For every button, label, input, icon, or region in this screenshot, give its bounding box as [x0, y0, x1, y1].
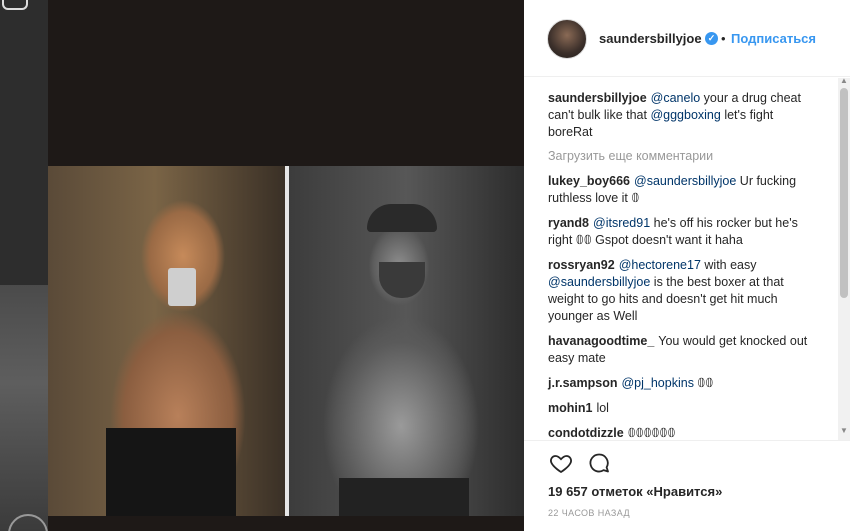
shorts-shape-right: [339, 478, 469, 516]
comment-item: condotdizzle 𝟘𝟘𝟘𝟘𝟘𝟘: [548, 425, 818, 440]
action-bar: [524, 440, 850, 480]
follow-button[interactable]: Подписаться: [731, 31, 816, 46]
comment-item: j.r.sampson @pj_hopkins 𝟘𝟘: [548, 375, 818, 392]
comment-username[interactable]: lukey_boy666: [548, 174, 630, 188]
caption: saundersbillyjoe @canelo your a drug chea…: [548, 90, 818, 141]
comment-item: mohin1 lol: [548, 400, 818, 417]
separator-dot: •: [721, 31, 726, 46]
comment-icon[interactable]: [586, 451, 612, 475]
load-more-comments[interactable]: Загрузить еще комментарии: [548, 149, 838, 163]
backdrop-top: [0, 0, 48, 285]
comment-username[interactable]: havanagoodtime_: [548, 334, 654, 348]
comment-item: ryand8 @itsred91 he's off his rocker but …: [548, 215, 818, 249]
scroll-up-icon[interactable]: ▲: [840, 76, 848, 85]
comment-username[interactable]: condotdizzle: [548, 426, 624, 440]
verified-icon: ✓: [705, 32, 718, 45]
comment-item: havanagoodtime_ You would get knocked out…: [548, 333, 818, 367]
avatar[interactable]: [547, 19, 587, 59]
comment-mention[interactable]: @itsred91: [593, 216, 650, 230]
post-header: saundersbillyjoe ✓ • Подписаться: [524, 0, 850, 77]
post-side-panel: saundersbillyjoe ✓ • Подписаться saunder…: [524, 0, 850, 531]
comments-list[interactable]: saundersbillyjoe @canelo your a drug chea…: [524, 78, 838, 440]
heart-icon[interactable]: [548, 451, 574, 475]
photo-left-panel: [48, 166, 285, 516]
caption-mention-2[interactable]: @gggboxing: [650, 108, 720, 122]
post-timestamp: 22 часов назад: [548, 508, 630, 518]
photo-right-panel: [289, 166, 524, 516]
backdrop-strip: [0, 0, 48, 531]
comment-username[interactable]: ryand8: [548, 216, 589, 230]
scroll-thumb[interactable]: [840, 88, 848, 298]
comment-username[interactable]: rossryan92: [548, 258, 615, 272]
backdrop-bottom: [0, 285, 48, 531]
comment-item: lukey_boy666 @saundersbillyjoe Ur fucking…: [548, 173, 818, 207]
shorts-shape: [106, 428, 236, 516]
post-photo[interactable]: [48, 166, 524, 516]
likes-count[interactable]: 19 657 отметок «Нравится»: [548, 484, 722, 499]
comment-mention[interactable]: @pj_hopkins: [621, 376, 693, 390]
comment-mention[interactable]: @saundersbillyjoe: [548, 275, 650, 289]
comment-mention[interactable]: @hectorene17: [619, 258, 701, 272]
header-username[interactable]: saundersbillyjoe: [599, 31, 702, 46]
beard-shape: [379, 262, 425, 298]
comment-username[interactable]: j.r.sampson: [548, 376, 617, 390]
cap-shape: [367, 204, 437, 232]
comment-text: 𝟘𝟘𝟘𝟘𝟘𝟘: [627, 426, 676, 440]
comment-mention[interactable]: @saundersbillyjoe: [634, 174, 736, 188]
comment-text: with easy: [700, 258, 757, 272]
phone-shape: [168, 268, 196, 306]
comment-text: lol: [596, 401, 609, 415]
comment-text: 𝟘𝟘: [693, 376, 714, 390]
caption-mention-1[interactable]: @canelo: [651, 91, 701, 105]
instagram-icon[interactable]: [2, 0, 28, 10]
caption-username[interactable]: saundersbillyjoe: [548, 91, 647, 105]
comments-scrollbar[interactable]: ▲ ▼: [838, 76, 850, 440]
comment-item: rossryan92 @hectorene17 with easy @saunde…: [548, 257, 818, 325]
comment-username[interactable]: mohin1: [548, 401, 592, 415]
scroll-down-icon[interactable]: ▼: [840, 426, 848, 435]
